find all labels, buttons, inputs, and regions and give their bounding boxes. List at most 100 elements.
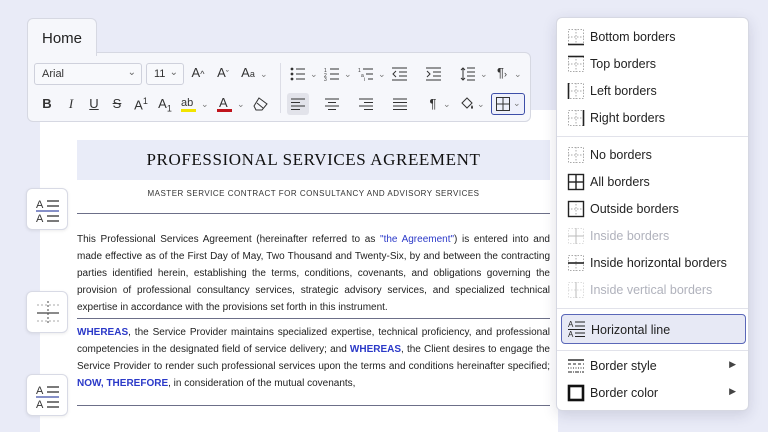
no-border-icon bbox=[568, 147, 584, 163]
menu-item-horizontal-line[interactable]: A A Horizontal line bbox=[561, 314, 746, 344]
menu-item-left-borders[interactable]: Left borders bbox=[561, 78, 746, 104]
clear-formatting-icon[interactable] bbox=[253, 97, 269, 111]
menu-item-bottom-borders[interactable]: Bottom borders bbox=[561, 24, 746, 50]
chevron-down-icon: ⌄ bbox=[127, 67, 136, 78]
menu-divider bbox=[557, 308, 748, 309]
subscript-icon[interactable]: A1 bbox=[157, 96, 173, 114]
line-spacing-icon[interactable] bbox=[460, 67, 476, 81]
side-insert-rule-button[interactable] bbox=[26, 291, 68, 333]
chevron-down-icon[interactable]: ⌄ bbox=[477, 99, 485, 110]
menu-item-right-borders[interactable]: Right borders bbox=[561, 105, 746, 131]
menu-item-top-borders[interactable]: Top borders bbox=[561, 51, 746, 77]
menu-divider bbox=[557, 136, 748, 137]
strikethrough-icon[interactable]: S bbox=[110, 96, 124, 111]
horizontal-rule bbox=[77, 318, 550, 319]
svg-text:i: i bbox=[364, 77, 365, 81]
menu-item-border-color[interactable]: Border color ▶ bbox=[561, 380, 746, 406]
grow-font-icon[interactable]: A^ bbox=[190, 65, 206, 80]
multilevel-list-icon[interactable]: 1ai bbox=[358, 67, 374, 81]
align-left-icon[interactable] bbox=[291, 98, 305, 110]
menu-item-all-borders[interactable]: All borders bbox=[561, 169, 746, 195]
chevron-down-icon[interactable]: ⌄ bbox=[378, 69, 386, 80]
menu-item-inside-borders: Inside borders bbox=[561, 223, 746, 249]
chevron-down-icon[interactable]: ⌄ bbox=[344, 69, 352, 80]
bullets-icon[interactable] bbox=[290, 67, 306, 81]
change-case-icon[interactable]: Aa bbox=[238, 65, 258, 80]
whereas-keyword: WHEREAS bbox=[349, 344, 402, 355]
whereas-keyword: WHEREAS bbox=[77, 327, 129, 338]
inside-borders-icon bbox=[568, 228, 584, 244]
numbering-icon[interactable]: 123 bbox=[324, 67, 340, 81]
justify-icon[interactable] bbox=[393, 98, 407, 110]
svg-text:A: A bbox=[568, 330, 574, 338]
svg-text:A: A bbox=[36, 213, 44, 223]
borders-dropdown-button[interactable]: ⌄ bbox=[491, 93, 525, 115]
font-size-select[interactable]: 11 ⌄ bbox=[146, 63, 184, 85]
chevron-down-icon[interactable]: ⌄ bbox=[480, 69, 488, 80]
menu-item-no-borders[interactable]: No borders bbox=[561, 142, 746, 168]
left-border-icon bbox=[567, 83, 584, 99]
right-border-icon bbox=[568, 110, 585, 126]
chevron-down-icon[interactable]: ⌄ bbox=[237, 99, 245, 110]
menu-item-label: Bottom borders bbox=[590, 30, 676, 44]
text-direction-icon[interactable]: ¶› bbox=[494, 65, 510, 80]
chevron-down-icon[interactable]: ⌄ bbox=[310, 69, 318, 80]
font-size-value: 11 bbox=[154, 68, 166, 80]
submenu-arrow-icon: ▶ bbox=[729, 359, 736, 369]
svg-text:A: A bbox=[36, 199, 44, 211]
borders-menu: Bottom borders Top borders Left borders … bbox=[556, 17, 749, 411]
paragraph-mark-icon[interactable]: ¶ bbox=[426, 96, 440, 111]
ribbon-toolbar: Arial ⌄ 11 ⌄ A^ Aˇ Aa ⌄ ⌄ 123 ⌄ 1ai ⌄ ⌄ … bbox=[27, 52, 531, 122]
shrink-font-icon[interactable]: Aˇ bbox=[215, 65, 231, 80]
bold-icon[interactable]: B bbox=[40, 96, 54, 111]
outside-borders-icon bbox=[567, 200, 585, 218]
inside-horizontal-borders-icon bbox=[568, 255, 584, 271]
italic-icon[interactable]: I bbox=[64, 96, 78, 112]
chevron-down-icon: ⌄ bbox=[513, 98, 521, 108]
menu-item-label: Border color bbox=[590, 386, 659, 400]
chevron-down-icon[interactable]: ⌄ bbox=[443, 99, 451, 110]
chevron-down-icon[interactable]: ⌄ bbox=[201, 99, 209, 110]
shading-icon[interactable] bbox=[459, 96, 475, 112]
border-color-icon bbox=[567, 384, 585, 402]
paragraph-1: This Professional Services Agreement (he… bbox=[77, 231, 550, 316]
top-border-icon bbox=[568, 55, 584, 72]
decrease-indent-icon[interactable] bbox=[392, 67, 408, 81]
horizontal-rule bbox=[77, 405, 550, 406]
menu-item-inside-horizontal-borders[interactable]: Inside horizontal borders bbox=[561, 250, 746, 276]
now-therefore-keyword: NOW, THEREFORE bbox=[77, 378, 169, 389]
underline-icon[interactable]: U bbox=[87, 96, 101, 111]
document-title: PROFESSIONAL SERVICES AGREEMENT bbox=[146, 150, 481, 169]
menu-item-outside-borders[interactable]: Outside borders bbox=[561, 196, 746, 222]
highlight-icon[interactable]: ab bbox=[180, 95, 198, 113]
menu-item-label: Inside borders bbox=[590, 229, 670, 243]
tab-home[interactable]: Home bbox=[27, 18, 97, 56]
side-horizontal-line-button-2[interactable]: A A bbox=[26, 374, 68, 416]
side-horizontal-line-button[interactable]: A A bbox=[26, 188, 68, 230]
font-name-value: Arial bbox=[42, 68, 65, 80]
menu-item-border-style[interactable]: Border style ▶ bbox=[561, 353, 746, 379]
menu-item-label: Outside borders bbox=[590, 202, 679, 216]
menu-divider bbox=[557, 350, 748, 351]
chevron-down-icon[interactable]: ⌄ bbox=[514, 69, 522, 80]
align-right-icon[interactable] bbox=[359, 98, 373, 110]
svg-text:3: 3 bbox=[324, 77, 327, 81]
paragraph-2: WHEREAS, the Service Provider maintains … bbox=[77, 324, 550, 392]
horizontal-line-icon: A A bbox=[568, 320, 585, 338]
defined-term: "the Agreement" bbox=[380, 234, 455, 245]
increase-indent-icon[interactable] bbox=[426, 67, 442, 81]
font-color-icon[interactable]: A bbox=[216, 95, 234, 113]
font-name-select[interactable]: Arial ⌄ bbox=[34, 63, 142, 85]
menu-item-label: Top borders bbox=[590, 57, 657, 71]
svg-text:ab: ab bbox=[181, 97, 193, 109]
align-center-icon[interactable] bbox=[325, 98, 339, 110]
superscript-icon[interactable]: A1 bbox=[133, 96, 149, 112]
svg-text:A: A bbox=[219, 95, 228, 110]
svg-text:A: A bbox=[36, 385, 44, 397]
chevron-down-icon[interactable]: ⌄ bbox=[260, 69, 268, 80]
horizontal-line-icon: A A bbox=[36, 199, 59, 223]
menu-item-label: All borders bbox=[590, 175, 650, 189]
menu-item-label: Inside horizontal borders bbox=[590, 256, 727, 270]
border-style-icon bbox=[568, 359, 584, 373]
submenu-arrow-icon: ▶ bbox=[729, 386, 736, 396]
